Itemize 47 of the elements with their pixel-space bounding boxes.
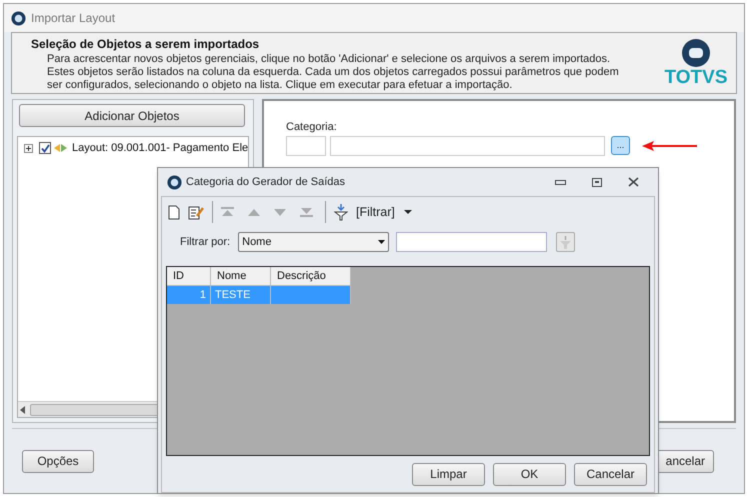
totvs-logo-icon <box>681 38 711 68</box>
add-objects-button[interactable]: Adicionar Objetos <box>19 104 245 127</box>
restore-icon[interactable] <box>592 178 602 186</box>
table-cell-text: 1 <box>200 288 206 303</box>
filter-value-field[interactable] <box>396 232 548 252</box>
column-header[interactable]: Nome <box>211 267 271 286</box>
expand-toggle[interactable] <box>24 144 33 153</box>
category-label: Categoria: <box>286 120 338 135</box>
dialog-title: Categoria do Gerador de Saídas <box>186 174 346 190</box>
table-cell-text: TESTE <box>215 288 250 303</box>
filter-menu-button[interactable]: [Filtrar] <box>356 202 412 222</box>
pointer-arrow-icon <box>642 140 697 150</box>
layout-icon <box>53 142 68 154</box>
move-first-icon[interactable] <box>221 207 234 217</box>
lookup-button[interactable]: ... <box>611 136 630 155</box>
header-description: Para acrescentar novos objetos gerenciais, clique no botão 'Adicionar' e selecione os arquivos a serem importados. Estes objetos serão listados na coluna da esquerda. Cada um dos objetos carregados possui parâmetros que podem ser configurados, selecionando o objeto na lista. Clique em executar para efetuar a importação. <box>46 53 620 92</box>
scroll-left-icon <box>20 406 26 414</box>
minimize-icon[interactable] <box>555 180 566 184</box>
app-logo-icon <box>11 10 26 26</box>
cancel-button[interactable]: ancelar <box>656 450 714 472</box>
totvs-logo-text: TOTVS <box>664 68 728 88</box>
column-header[interactable]: Descrição <box>271 267 351 286</box>
apply-filter-button[interactable] <box>556 232 576 252</box>
funnel-icon[interactable] <box>334 204 348 220</box>
category-code-field[interactable] <box>286 136 326 156</box>
cancel-button[interactable]: Cancelar <box>574 462 647 486</box>
caret-icon <box>378 240 386 244</box>
funnel-icon <box>560 236 572 248</box>
tree-item-label[interactable]: Layout: 09.001.001- Pagamento Ele <box>72 140 248 156</box>
header-title: Seleção de Objetos a serem importados <box>31 36 260 53</box>
app-logo-icon <box>167 174 182 190</box>
close-icon[interactable] <box>628 177 639 187</box>
clear-button[interactable]: Limpar <box>412 462 485 486</box>
filter-field-dropdown[interactable]: Nome <box>238 232 390 252</box>
new-document-icon[interactable] <box>168 204 180 220</box>
category-name-field[interactable] <box>330 136 605 156</box>
column-header[interactable]: ID <box>167 267 211 286</box>
ok-button[interactable]: OK <box>493 462 566 486</box>
window-title: Importar Layout <box>31 10 116 27</box>
caret-icon <box>404 210 412 214</box>
move-down-icon[interactable] <box>274 208 286 216</box>
edit-icon[interactable] <box>188 204 204 220</box>
tree-checkbox[interactable] <box>39 142 51 154</box>
move-up-icon[interactable] <box>248 208 260 216</box>
filter-label: Filtrar por: <box>180 234 230 250</box>
move-last-icon[interactable] <box>300 207 313 217</box>
options-button[interactable]: Opções <box>22 450 94 472</box>
